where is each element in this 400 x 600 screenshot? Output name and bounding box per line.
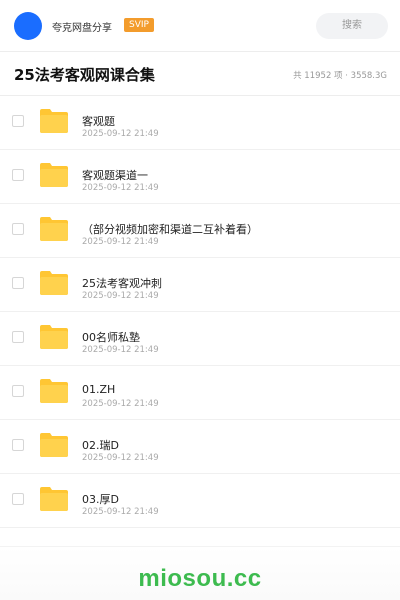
list-item[interactable]: 25法考客观冲刺 2025-09-12 21:49 [0, 258, 400, 312]
select-checkbox[interactable] [12, 439, 24, 451]
list-item[interactable]: 02.瑞D 2025-09-12 21:49 [0, 420, 400, 474]
list-item[interactable]: 00名师私塾 2025-09-12 21:49 [0, 312, 400, 366]
file-name: 02.瑞D [82, 439, 119, 452]
file-date: 2025-09-12 21:49 [82, 183, 159, 193]
file-date: 2025-09-12 21:49 [82, 507, 159, 517]
select-checkbox[interactable] [12, 115, 24, 127]
file-list: 客观题 2025-09-12 21:49 客观题渠道一 2025-09-12 2… [0, 96, 400, 528]
folder-icon [40, 487, 68, 511]
select-checkbox[interactable] [12, 169, 24, 181]
list-item[interactable]: 01.ZH 2025-09-12 21:49 [0, 366, 400, 420]
folder-icon [40, 271, 68, 295]
svip-badge: SVIP [124, 18, 154, 32]
search-input[interactable]: 搜索 [316, 13, 388, 39]
file-date: 2025-09-12 21:49 [82, 345, 159, 355]
share-page: 夸克网盘分享 SVIP 搜索 25法考客观网课合集 共 11952 项 · 35… [0, 0, 400, 600]
folder-icon [40, 109, 68, 133]
list-item[interactable]: 客观题渠道一 2025-09-12 21:49 [0, 150, 400, 204]
select-checkbox[interactable] [12, 385, 24, 397]
avatar[interactable] [14, 12, 42, 40]
folder-icon [40, 217, 68, 241]
list-item[interactable]: 03.厚D 2025-09-12 21:49 [0, 474, 400, 528]
top-bar: 夸克网盘分享 SVIP 搜索 [0, 0, 400, 52]
file-name: 25法考客观冲刺 [82, 277, 162, 290]
file-name: 03.厚D [82, 493, 119, 506]
select-checkbox[interactable] [12, 277, 24, 289]
file-date: 2025-09-12 21:49 [82, 291, 159, 301]
list-item[interactable]: 客观题 2025-09-12 21:49 [0, 96, 400, 150]
folder-icon [40, 379, 68, 403]
select-checkbox[interactable] [12, 493, 24, 505]
folder-icon [40, 325, 68, 349]
file-date: 2025-09-12 21:49 [82, 237, 159, 247]
list-item[interactable]: （部分视频加密和渠道二互补着看） 2025-09-12 21:49 [0, 204, 400, 258]
file-name: 00名师私塾 [82, 331, 140, 344]
share-header: 25法考客观网课合集 共 11952 项 · 3558.3G [0, 52, 400, 96]
sharer-name: 夸克网盘分享 [52, 23, 112, 34]
file-date: 2025-09-12 21:49 [82, 453, 159, 463]
select-checkbox[interactable] [12, 331, 24, 343]
footer: miosou.cc [0, 546, 400, 600]
folder-icon [40, 433, 68, 457]
select-checkbox[interactable] [12, 223, 24, 235]
share-stats: 共 11952 项 · 3558.3G [293, 71, 387, 81]
file-name: （部分视频加密和渠道二互补着看） [82, 223, 258, 236]
file-name: 01.ZH [82, 383, 116, 396]
file-name: 客观题 [82, 115, 115, 128]
site-watermark: miosou.cc [138, 565, 262, 592]
file-date: 2025-09-12 21:49 [82, 129, 159, 139]
file-date: 2025-09-12 21:49 [82, 399, 159, 409]
folder-icon [40, 163, 68, 187]
page-title: 25法考客观网课合集 [14, 66, 155, 84]
file-name: 客观题渠道一 [82, 169, 148, 182]
